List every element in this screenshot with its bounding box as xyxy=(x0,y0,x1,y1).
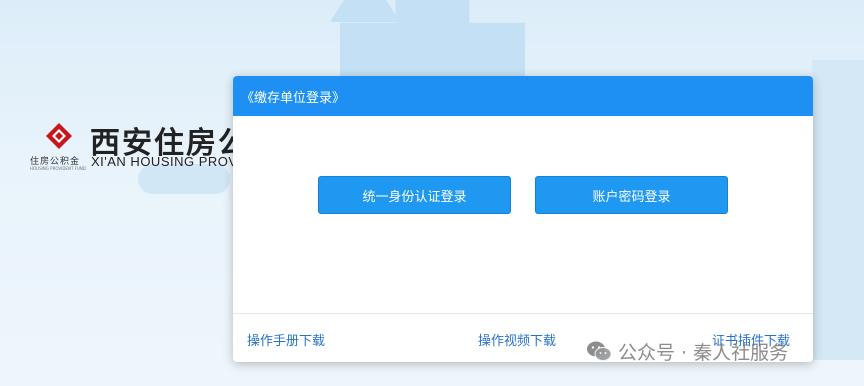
watermark-text: 公众号 · 秦人社服务 xyxy=(618,341,789,364)
diamond-logo-icon xyxy=(46,123,72,149)
account-password-login-label: 账户密码登录 xyxy=(592,189,671,205)
account-password-login-button[interactable]: 账户密码登录 xyxy=(535,176,728,214)
background-house-right xyxy=(812,60,864,360)
unified-identity-login-label: 统一身份认证登录 xyxy=(362,189,467,205)
manual-download-link[interactable]: 操作手册下载 xyxy=(247,330,325,349)
brand-block: 住房公积金 HOUSING PROVIDENT FUND 西安住房公积金 XI'… xyxy=(28,118,321,178)
dialog-header: 《缴存单位登录》 xyxy=(233,76,813,116)
login-dialog: 《缴存单位登录》 统一身份认证登录 账户密码登录 操作手册下载 操作视频下载 证… xyxy=(233,76,813,362)
watermark: 公众号 · 秦人社服务 xyxy=(586,336,788,366)
unified-identity-login-button[interactable]: 统一身份认证登录 xyxy=(318,176,511,214)
background-house-left xyxy=(330,0,400,22)
dialog-title: 《缴存单位登录》 xyxy=(241,90,346,106)
video-download-link[interactable]: 操作视频下载 xyxy=(478,330,556,349)
wechat-icon xyxy=(587,341,612,361)
brand-logo-caption-en: HOUSING PROVIDENT FUND xyxy=(30,166,86,171)
